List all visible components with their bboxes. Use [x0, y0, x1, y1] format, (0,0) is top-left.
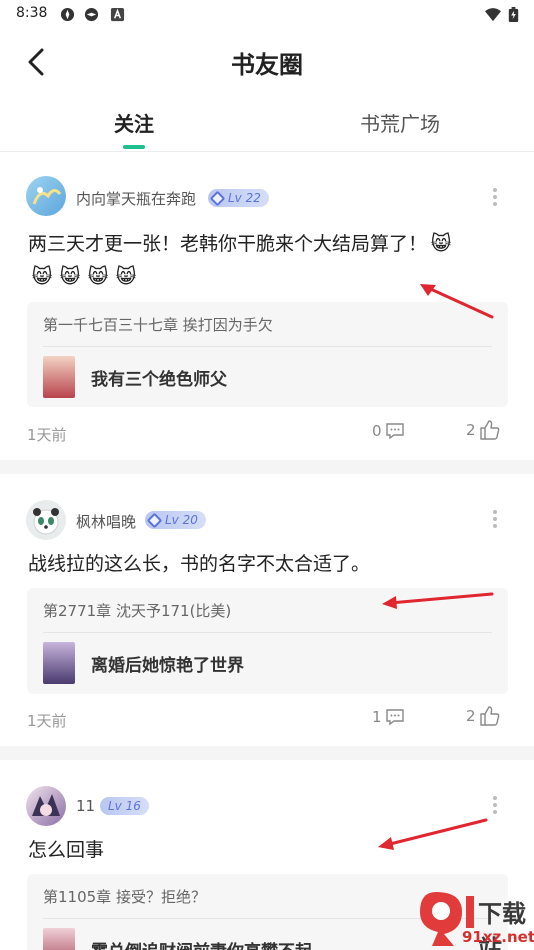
chapter-title: 第1105章 接受？拒绝？	[43, 888, 206, 906]
tab-bar: 关注 书荒广场	[0, 96, 534, 152]
page-title: 书友圈	[231, 51, 303, 79]
tab-book-plaza[interactable]: 书荒广场	[352, 108, 448, 137]
avatar[interactable]	[26, 500, 66, 540]
like-count: 2	[466, 421, 476, 439]
level-badge: Lv 20	[145, 511, 206, 529]
annotation-arrow	[378, 818, 488, 850]
post-card: 枫林唱晚 Lv 20 战线拉的这么长，书的名字不太合适了。 第2771章 沈天予…	[0, 474, 534, 746]
post-text: 战线拉的这么长，书的名字不太合适了。	[28, 553, 371, 575]
app-notification-icon	[84, 7, 99, 22]
book-title: 离婚后她惊艳了世界	[91, 656, 244, 676]
thumbs-up-icon	[479, 706, 499, 726]
tab-follow[interactable]: 关注	[108, 108, 160, 137]
feed-separator	[0, 460, 534, 474]
like-button[interactable]: 2	[466, 705, 501, 727]
thumbs-up-icon	[479, 420, 499, 440]
book-title: 我有三个绝色师父	[91, 370, 227, 390]
level-diamond-icon	[146, 512, 163, 528]
annotation-arrow	[420, 284, 494, 319]
avatar-illustration	[32, 794, 60, 816]
app-header: 书友圈	[0, 28, 534, 94]
post-text-content: 两三天才更一张！老韩你干脆来个大结局算了！	[28, 233, 428, 255]
app-notification-icon	[60, 7, 75, 22]
post-time: 1天前	[27, 426, 67, 444]
watermark-url: 91xz.net	[462, 928, 534, 946]
chapter-title: 第一千七百三十七章 挨打因为手欠	[43, 316, 273, 334]
level-badge: Lv 22	[208, 189, 269, 207]
level-diamond-icon	[209, 190, 226, 206]
emoji-cat-icon: 😸	[59, 264, 81, 288]
battery-icon	[508, 7, 519, 22]
a-notification-icon	[110, 7, 125, 22]
level-text: Lv 20	[165, 513, 198, 527]
comment-button[interactable]: 1	[372, 708, 405, 726]
comment-count: 0	[372, 422, 382, 440]
divider	[43, 632, 492, 633]
avatar[interactable]	[26, 786, 66, 826]
avatar-illustration	[32, 187, 62, 205]
divider	[43, 346, 492, 347]
level-text: Lv 22	[228, 191, 261, 205]
emoji-cat-icon: 😸	[31, 264, 53, 288]
level-badge: Lv 16	[100, 797, 149, 815]
annotation-arrow	[382, 592, 494, 609]
like-button[interactable]: 2	[466, 419, 501, 441]
book-cover	[43, 356, 75, 398]
book-title: 霍总倒追财阀前妻你高攀不起	[91, 937, 312, 950]
wifi-icon	[485, 8, 501, 22]
more-options-button[interactable]	[490, 186, 500, 208]
comment-icon	[385, 423, 404, 440]
username[interactable]: 枫林唱晚	[76, 511, 136, 532]
level-text: Lv 16	[108, 799, 141, 813]
username[interactable]: 内向掌天瓶在奔跑	[76, 188, 196, 209]
status-bar: 8:38	[0, 0, 534, 28]
chapter-title: 第2771章 沈天予171(比美)	[43, 602, 232, 620]
emoji-cat-icon: 😸	[87, 264, 109, 288]
avatar[interactable]	[26, 176, 66, 216]
post-card: 内向掌天瓶在奔跑 Lv 22 两三天才更一张！老韩你干脆来个大结局算了！ 😸 😸 😸…	[0, 166, 534, 460]
emoji-cat-icon: 😸	[430, 231, 452, 255]
comment-button[interactable]: 0	[372, 422, 405, 440]
active-tab-indicator	[123, 145, 145, 149]
more-options-button[interactable]	[490, 794, 500, 816]
comment-count: 1	[372, 708, 382, 726]
like-count: 2	[466, 707, 476, 725]
emoji-cat-icon: 😸	[115, 264, 137, 288]
book-cover	[43, 642, 75, 684]
book-cover	[43, 928, 75, 950]
status-time: 8:38	[16, 5, 48, 21]
comment-icon	[385, 709, 404, 726]
more-options-button[interactable]	[490, 508, 500, 530]
post-time: 1天前	[27, 712, 67, 730]
panda-avatar-illustration	[33, 508, 59, 535]
feed-separator	[0, 746, 534, 760]
username[interactable]: 11	[76, 797, 95, 815]
